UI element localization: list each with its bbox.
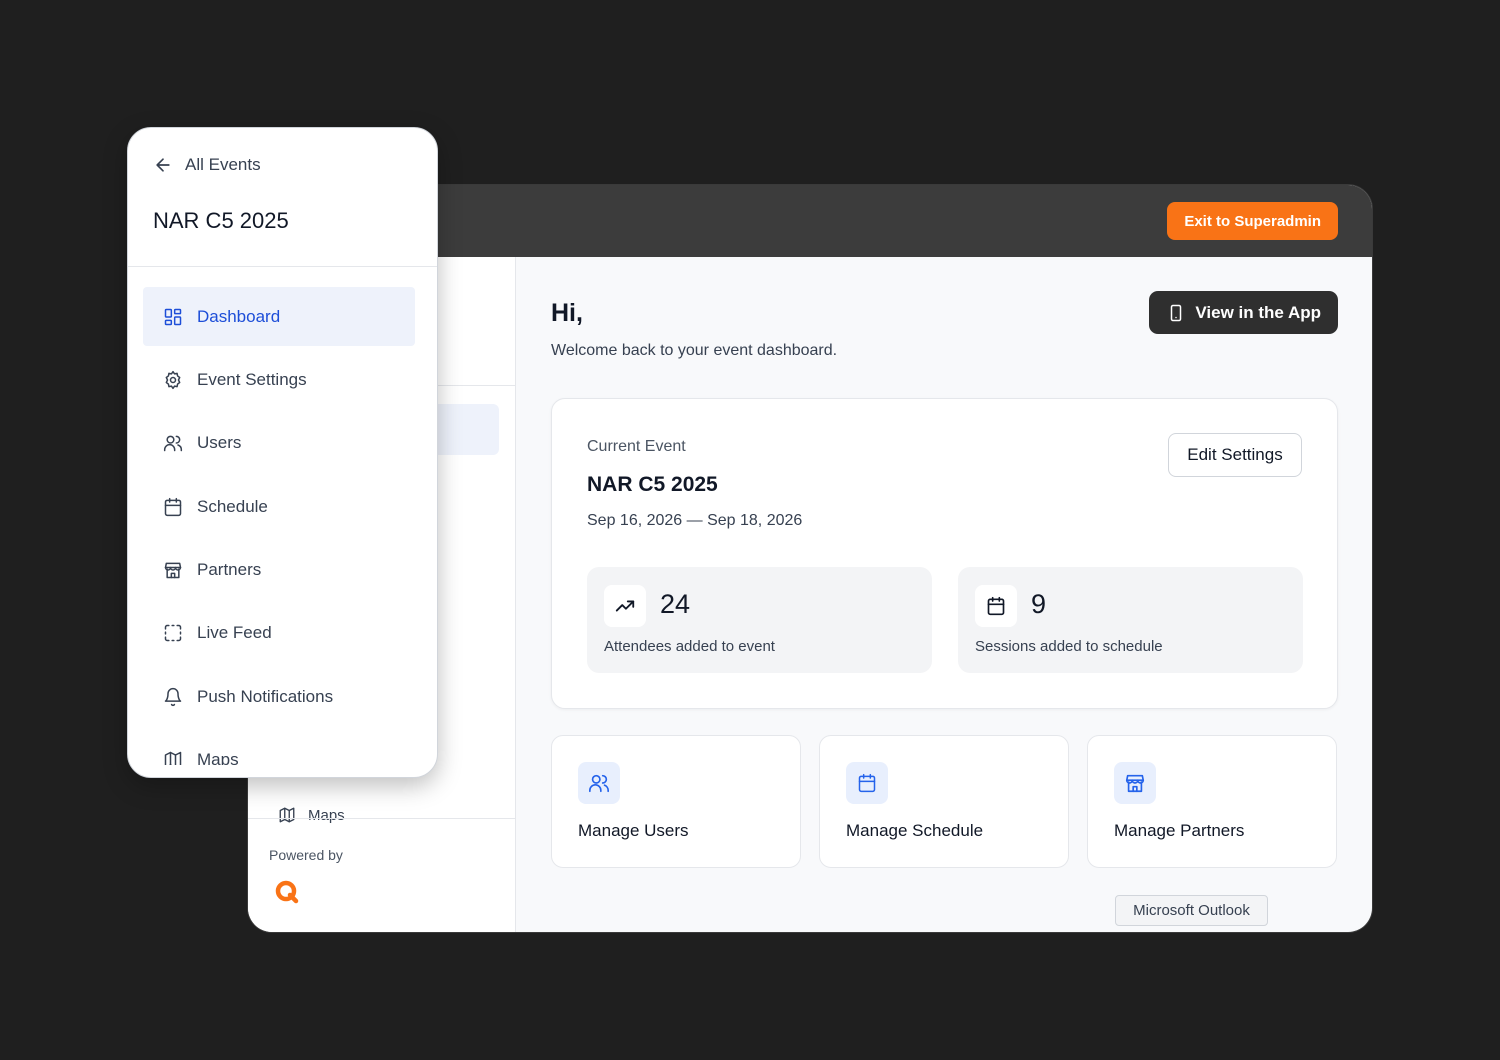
powered-by-label: Powered by <box>269 847 343 863</box>
action-icon-box <box>1114 762 1156 804</box>
sidebar-item-label: Partners <box>197 560 262 580</box>
welcome-text: Welcome back to your event dashboard. <box>551 342 838 359</box>
sidebar-item-label: Dashboard <box>197 306 281 326</box>
calendar-icon <box>858 773 876 793</box>
sidebar-item-label: Live Feed <box>197 623 272 643</box>
sessions-stat: 9 Sessions added to schedule <box>958 567 1303 673</box>
feed-icon <box>164 625 182 642</box>
action-label: Manage Partners <box>1114 821 1245 840</box>
sidebar-item-live-feed[interactable]: Live Feed <box>143 604 415 663</box>
dashboard-icon <box>164 308 182 325</box>
sidebar-item-maps[interactable]: Maps <box>143 731 415 765</box>
bell-icon <box>164 687 182 706</box>
sidebar-nav: Dashboard Event Settings Users Schedule … <box>143 287 415 765</box>
current-event-name: NAR C5 2025 <box>587 473 718 496</box>
map-icon <box>279 807 295 823</box>
gear-icon <box>165 370 181 389</box>
manage-partners-card[interactable]: Manage Partners <box>1087 735 1337 868</box>
back-to-all-events-link[interactable]: All Events <box>153 155 261 175</box>
stat-icon-box <box>604 585 646 627</box>
action-icon-box <box>578 762 620 804</box>
arrow-left-icon <box>156 158 170 172</box>
current-event-card: Current Event NAR C5 2025 Sep 16, 2026 —… <box>551 398 1338 709</box>
brand-logo-icon <box>275 880 299 904</box>
sidebar-item-push-notifications[interactable]: Push Notifications <box>143 667 415 726</box>
event-title: NAR C5 2025 <box>153 208 289 233</box>
stat-icon-box <box>975 585 1017 627</box>
stat-value: 9 <box>1031 589 1047 619</box>
action-label: Manage Users <box>578 821 689 840</box>
trending-up-icon <box>615 600 635 612</box>
phone-icon <box>1171 304 1182 321</box>
divider <box>128 266 437 267</box>
brand-logo <box>270 875 304 909</box>
sidebar-item-partners[interactable]: Partners <box>143 541 415 600</box>
sidebar-item-dashboard[interactable]: Dashboard <box>143 287 415 346</box>
sidebar-item-label: Maps <box>308 806 345 824</box>
tooltip: Microsoft Outlook <box>1115 895 1268 926</box>
greeting: Hi, <box>551 299 583 327</box>
divider <box>248 818 515 819</box>
sidebar-item-schedule[interactable]: Schedule <box>143 477 415 536</box>
view-in-app-button[interactable]: View in the App <box>1149 291 1338 334</box>
sidebar-item-label: Users <box>197 433 242 453</box>
stat-label: Attendees added to event <box>604 638 775 655</box>
back-label: All Events <box>185 155 261 174</box>
sidebar-item-label: Push Notifications <box>197 686 334 706</box>
sidebar-item-users[interactable]: Users <box>143 414 415 473</box>
manage-schedule-card[interactable]: Manage Schedule <box>819 735 1069 868</box>
stat-value: 24 <box>660 589 691 619</box>
sidebar-item-label: Maps <box>197 750 239 765</box>
users-icon <box>589 774 609 793</box>
action-icon-box <box>846 762 888 804</box>
calendar-icon <box>164 497 182 516</box>
current-event-label: Current Event <box>587 438 686 455</box>
main-content: Hi, Welcome back to your event dashboard… <box>516 257 1372 932</box>
users-icon <box>163 435 183 452</box>
edit-settings-button[interactable]: Edit Settings <box>1168 433 1302 477</box>
action-label: Manage Schedule <box>846 821 984 840</box>
calendar-icon <box>987 596 1005 616</box>
view-in-app-label: View in the App <box>1195 302 1321 322</box>
current-event-dates: Sep 16, 2026 — Sep 18, 2026 <box>587 512 803 529</box>
sidebar-panel: All Events NAR C5 2025 Dashboard Event S… <box>127 127 438 778</box>
map-icon <box>164 751 182 765</box>
stat-label: Sessions added to schedule <box>975 638 1163 655</box>
manage-users-card[interactable]: Manage Users <box>551 735 801 868</box>
sidebar-item-event-settings[interactable]: Event Settings <box>143 350 415 409</box>
store-icon <box>164 562 182 579</box>
store-icon <box>1125 774 1145 793</box>
sidebar-item-label: Event Settings <box>197 369 307 389</box>
sidebar-item-maps[interactable]: Maps <box>278 805 345 825</box>
exit-to-superadmin-button[interactable]: Exit to Superadmin <box>1167 202 1338 240</box>
sidebar-item-label: Schedule <box>197 496 268 516</box>
attendees-stat: 24 Attendees added to event <box>587 567 932 673</box>
